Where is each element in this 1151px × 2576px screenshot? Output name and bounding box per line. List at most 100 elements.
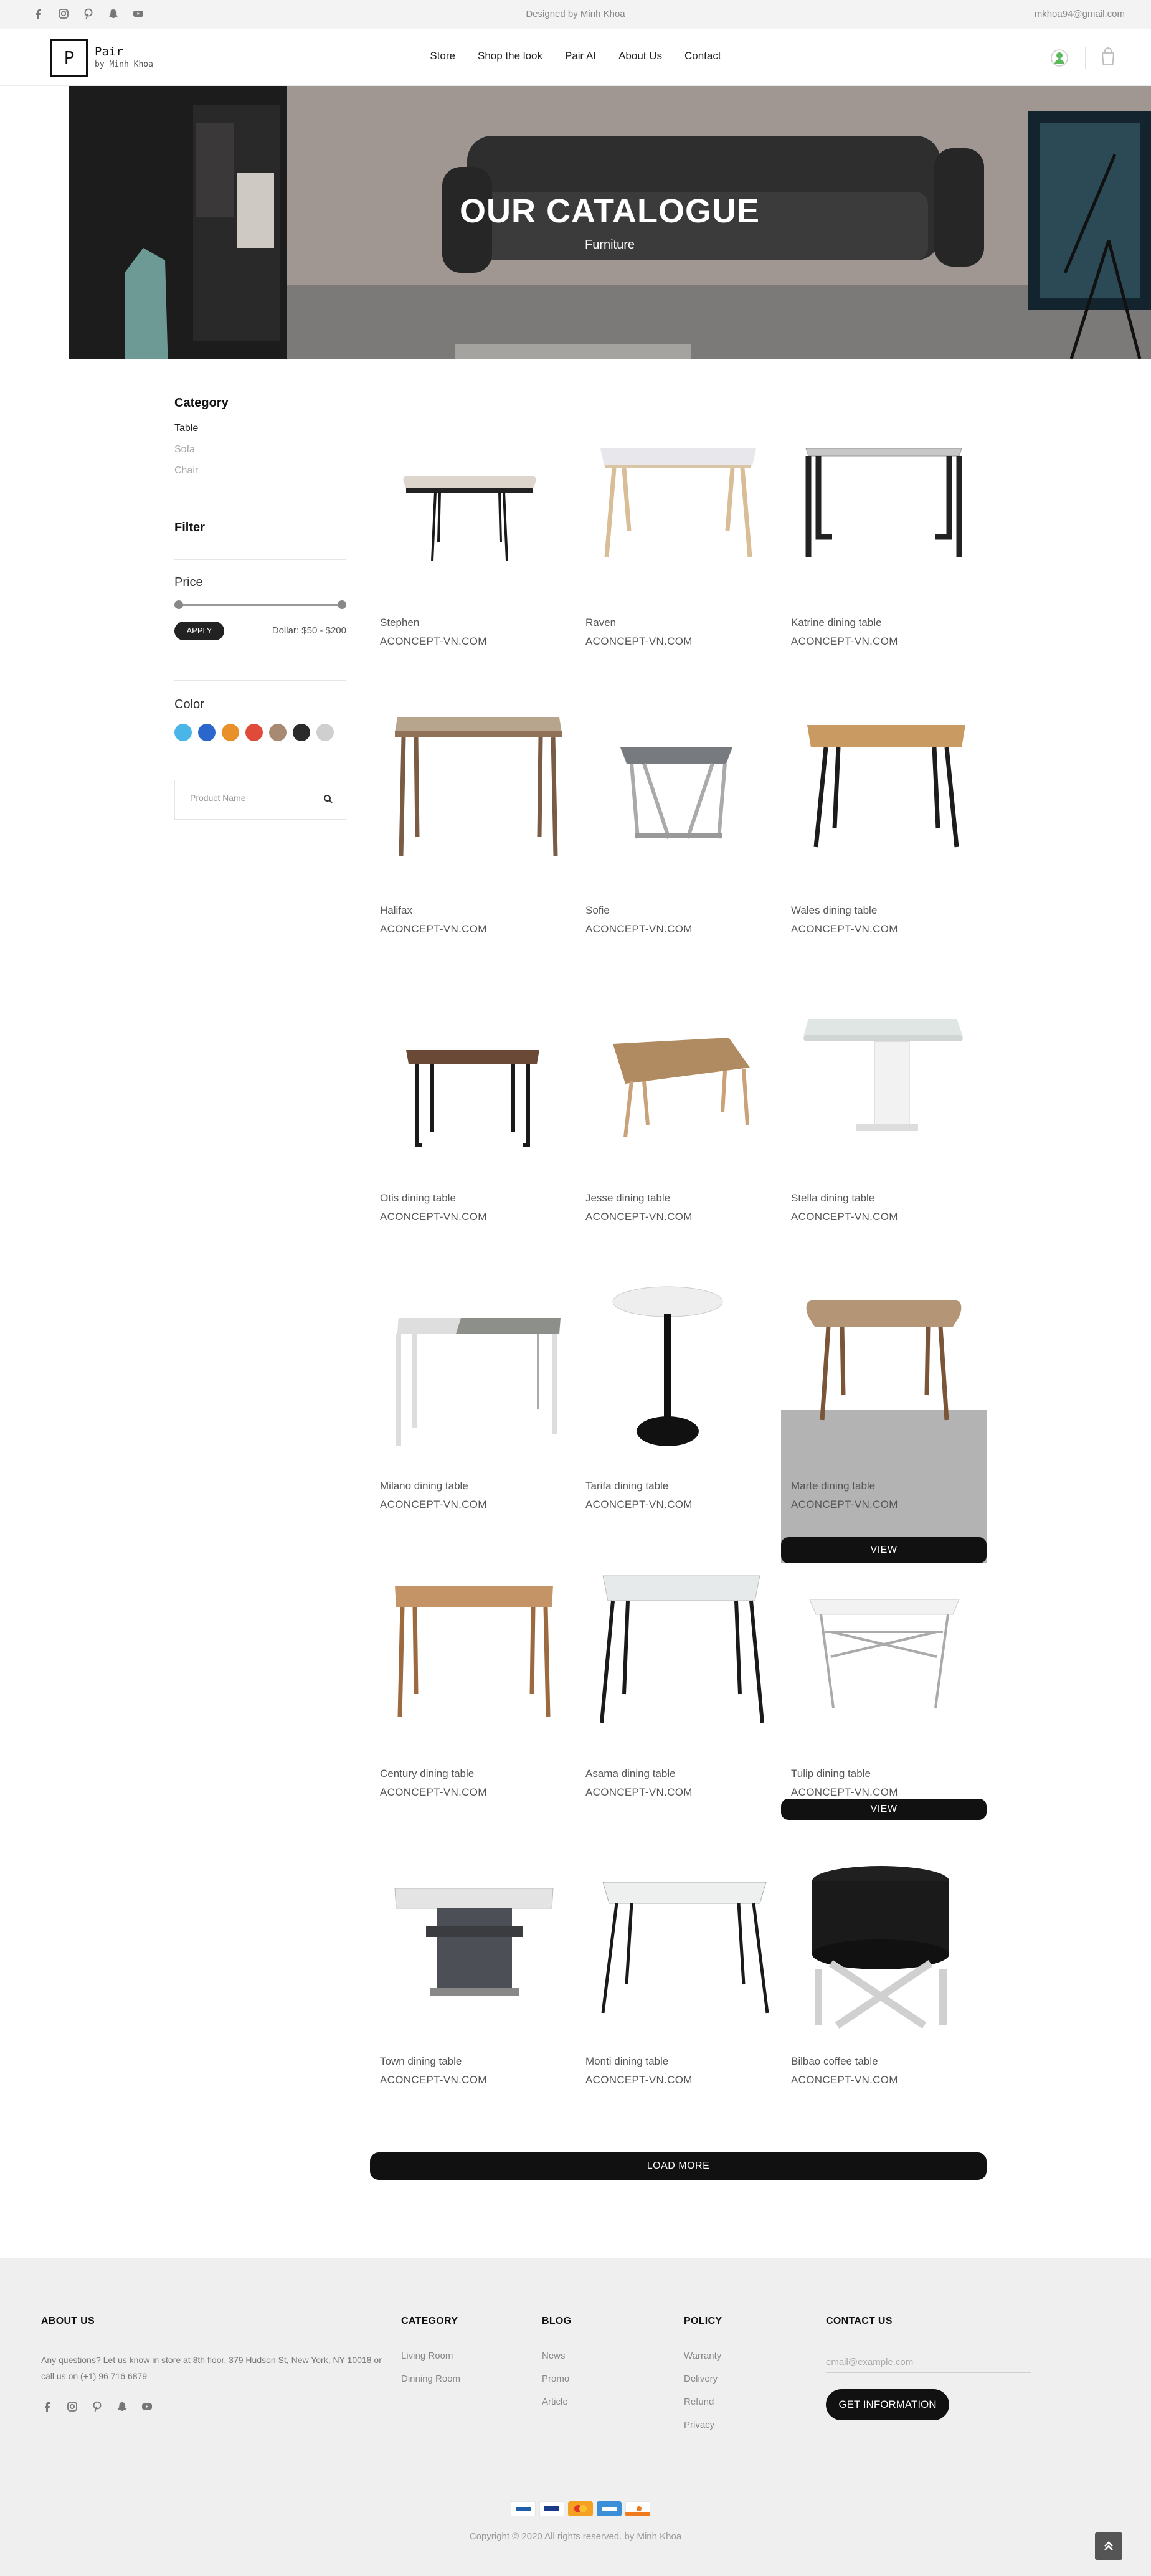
load-more-button[interactable]: LOAD MORE [370,2152,987,2180]
apply-price-button[interactable]: APPLY [174,622,224,640]
product-name[interactable]: Wales dining table [791,904,877,917]
product-name[interactable]: Jesse dining table [585,1192,670,1205]
product-name[interactable]: Halifax [380,904,412,917]
product-card[interactable]: Asama dining table ACONCEPT-VN.COM [576,1563,781,1851]
product-card[interactable]: Tarifa dining table ACONCEPT-VN.COM [576,1276,781,1563]
user-account-icon[interactable] [1050,47,1069,69]
product-image [613,1038,750,1138]
product-card[interactable]: Raven ACONCEPT-VN.COM [576,412,781,700]
product-card[interactable]: Monti dining table ACONCEPT-VN.COM [576,1851,781,2139]
color-swatch[interactable] [222,724,239,741]
product-name[interactable]: Tulip dining table [791,1768,871,1780]
color-swatch[interactable] [174,724,192,741]
nav-shop-the-look[interactable]: Shop the look [478,50,542,62]
product-name[interactable]: Stella dining table [791,1192,874,1205]
footer-link-promo[interactable]: Promo [542,2374,571,2397]
youtube-icon[interactable] [141,2400,153,2413]
product-name[interactable]: Stephen [380,617,419,629]
footer-link-article[interactable]: Article [542,2397,571,2420]
color-swatch[interactable] [293,724,310,741]
product-image [805,448,962,557]
category-item-sofa[interactable]: Sofa [174,444,346,465]
product-name[interactable]: Raven [585,617,616,629]
footer-blog-heading: BLOG [542,2316,572,2326]
product-card[interactable]: Halifax ACONCEPT-VN.COM [370,700,576,988]
footer-link-delivery[interactable]: Delivery [684,2374,722,2397]
product-name[interactable]: Century dining table [380,1768,474,1780]
visa-icon [539,2501,564,2516]
product-card[interactable]: Jesse dining table ACONCEPT-VN.COM [576,988,781,1276]
footer-link-privacy[interactable]: Privacy [684,2420,722,2443]
product-card[interactable]: Stephen ACONCEPT-VN.COM [370,412,576,700]
product-card[interactable]: Century dining table ACONCEPT-VN.COM [370,1563,576,1851]
product-name[interactable]: Otis dining table [380,1192,456,1205]
product-card[interactable]: Katrine dining table ACONCEPT-VN.COM [781,412,987,700]
product-image [809,1599,960,1708]
product-card[interactable]: Stella dining table ACONCEPT-VN.COM [781,988,987,1276]
category-item-table[interactable]: Table [174,423,346,444]
snapchat-icon[interactable] [116,2400,128,2413]
product-card[interactable]: Milano dining table ACONCEPT-VN.COM [370,1276,576,1563]
pinterest-icon[interactable] [91,2400,103,2413]
product-image [601,1882,769,2014]
footer-link-dinning-room[interactable]: Dinning Room [401,2374,460,2397]
price-slider-track[interactable] [179,604,343,606]
search-icon[interactable] [323,794,333,804]
product-card[interactable]: Marte dining table ACONCEPT-VN.COM VIEW [781,1276,987,1563]
footer-category: CATEGORY Living Room Dinning Room [401,2316,460,2397]
product-vendor: ACONCEPT-VN.COM [585,1211,693,1223]
facebook-icon[interactable] [41,2400,54,2413]
product-image [395,1586,553,1717]
footer-about-text: Any questions? Let us know in store at 8… [41,2355,382,2381]
product-card[interactable]: Tulip dining table ACONCEPT-VN.COM VIEW [781,1563,987,1851]
color-swatch[interactable] [316,724,334,741]
category-heading: Category [174,396,229,410]
product-image [600,1575,764,1723]
nav-about-us[interactable]: About Us [618,50,662,62]
product-card[interactable]: Sofie ACONCEPT-VN.COM [576,700,781,988]
color-swatch[interactable] [269,724,287,741]
color-swatch[interactable] [245,724,263,741]
category-list: Table Sofa Chair [174,423,346,486]
product-name[interactable]: Sofie [585,904,610,917]
product-card[interactable]: Bilbao coffee table ACONCEPT-VN.COM [781,1851,987,2139]
view-product-button[interactable]: VIEW [781,1537,987,1563]
price-slider-min-handle[interactable] [174,600,183,609]
nav-store[interactable]: Store [430,50,455,62]
footer-policy-heading: POLICY [684,2316,722,2326]
get-information-button[interactable]: GET INFORMATION [826,2389,949,2420]
category-item-chair[interactable]: Chair [174,465,346,486]
product-card[interactable]: Town dining table ACONCEPT-VN.COM [370,1851,576,2139]
product-image [620,747,732,839]
product-search-input[interactable] [190,793,315,803]
product-image [403,476,536,561]
footer-link-living-room[interactable]: Living Room [401,2351,460,2374]
instagram-icon[interactable] [66,2400,78,2413]
view-product-button[interactable]: VIEW [781,1799,987,1820]
product-name[interactable]: Marte dining table [791,1480,875,1492]
nav-pair-ai[interactable]: Pair AI [565,50,596,62]
product-image [406,1050,539,1147]
contact-email[interactable]: mkhoa94@gmail.com [1035,9,1125,19]
product-name[interactable]: Katrine dining table [791,617,882,629]
newsletter-email-input[interactable] [826,2357,1031,2373]
shopping-bag-icon[interactable] [1099,46,1117,67]
price-slider-max-handle[interactable] [338,600,346,609]
product-name[interactable]: Tarifa dining table [585,1480,668,1492]
back-to-top-button[interactable] [1095,2532,1122,2560]
paypal-icon [511,2501,536,2516]
footer-link-warranty[interactable]: Warranty [684,2351,722,2374]
color-swatch[interactable] [198,724,216,741]
product-name[interactable]: Milano dining table [380,1480,468,1492]
nav-contact[interactable]: Contact [684,50,721,62]
product-image [612,1286,723,1446]
product-card[interactable]: Otis dining table ACONCEPT-VN.COM [370,988,576,1276]
product-name[interactable]: Town dining table [380,2055,462,2068]
product-name[interactable]: Bilbao coffee table [791,2055,878,2068]
product-name[interactable]: Monti dining table [585,2055,668,2068]
product-card[interactable]: Wales dining table ACONCEPT-VN.COM [781,700,987,988]
footer-link-refund[interactable]: Refund [684,2397,722,2420]
footer-link-news[interactable]: News [542,2351,571,2374]
product-name[interactable]: Asama dining table [585,1768,676,1780]
hero-title: OUR CATALOGUE [460,192,760,230]
